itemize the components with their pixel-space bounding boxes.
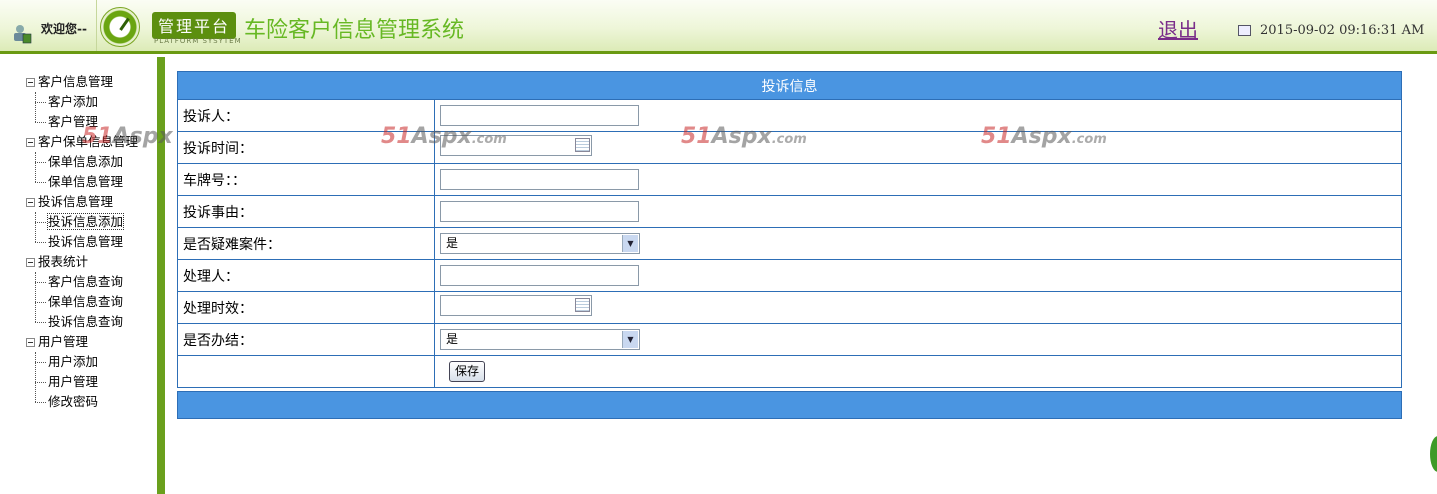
collapse-icon[interactable] (26, 258, 35, 267)
sidebar: 客户信息管理 客户添加 客户管理 客户保单信息管理 保单信息添加 保单信息管理 … (0, 57, 157, 494)
nav-group-customer[interactable]: 客户信息管理 (26, 72, 138, 92)
nav-item-user-add[interactable]: 用户添加 (26, 352, 138, 372)
collapse-icon[interactable] (26, 78, 35, 87)
floating-widget-icon[interactable] (1430, 436, 1437, 472)
nav-group-reports[interactable]: 报表统计 (26, 252, 138, 272)
app-header: 欢迎您-- 管理平台 PLATFORM SYSYTEM 车险客户信息管理系统 退… (0, 0, 1437, 54)
field-label-handling-time: 处理时效： (177, 291, 435, 324)
calendar-icon[interactable] (575, 298, 590, 312)
nav-tree: 客户信息管理 客户添加 客户管理 客户保单信息管理 保单信息添加 保单信息管理 … (26, 72, 138, 412)
nav-item-customer-add[interactable]: 客户添加 (26, 92, 138, 112)
form-footer-bar (177, 391, 1402, 419)
nav-item-complaint-manage[interactable]: 投诉信息管理 (26, 232, 138, 252)
handling-time-input[interactable] (440, 295, 592, 316)
nav-group-users[interactable]: 用户管理 (26, 332, 138, 352)
current-datetime: 2015-09-02 09:16:31 AM (1260, 23, 1425, 38)
system-title: 车险客户信息管理系统 (244, 18, 465, 43)
field-label-resolved: 是否办结： (177, 323, 435, 356)
complaint-time-input[interactable] (440, 135, 592, 156)
welcome-panel: 欢迎您-- (0, 0, 97, 51)
complaint-form: 投诉信息 投诉人： 投诉时间： 车牌号：： 投诉事由： 是否疑难案件： 是 ▼ 处… (177, 71, 1402, 388)
difficult-case-select[interactable]: 是 ▼ (440, 233, 640, 254)
field-label-complaint-time: 投诉时间： (177, 131, 435, 164)
nav-item-user-manage[interactable]: 用户管理 (26, 372, 138, 392)
platform-badge-subtitle: PLATFORM SYSYTEM (154, 37, 242, 45)
plate-number-input[interactable] (440, 169, 639, 190)
difficult-case-value: 是 (446, 236, 459, 250)
collapse-icon[interactable] (26, 138, 35, 147)
complaint-reason-input[interactable] (440, 201, 639, 222)
nav-item-policy-manage[interactable]: 保单信息管理 (26, 172, 138, 192)
logout-link[interactable]: 退出 (1158, 14, 1198, 43)
nav-item-customer-manage[interactable]: 客户管理 (26, 112, 138, 132)
handler-input[interactable] (440, 265, 639, 286)
field-label-difficult-case: 是否疑难案件： (177, 227, 435, 260)
collapse-icon[interactable] (26, 338, 35, 347)
empty-label-cell (177, 355, 435, 388)
resolved-select[interactable]: 是 ▼ (440, 329, 640, 350)
platform-logo-icon (100, 7, 140, 47)
platform-badge: 管理平台 (152, 12, 237, 39)
resolved-value: 是 (446, 332, 459, 346)
chevron-down-icon[interactable]: ▼ (622, 331, 638, 348)
field-label-complaint-reason: 投诉事由： (177, 195, 435, 228)
form-title: 投诉信息 (177, 71, 1402, 100)
nav-group-complaint[interactable]: 投诉信息管理 (26, 192, 138, 212)
nav-item-policy-query[interactable]: 保单信息查询 (26, 292, 138, 312)
field-label-complainant: 投诉人： (177, 99, 435, 132)
calendar-icon[interactable] (575, 138, 590, 152)
nav-item-complaint-add[interactable]: 投诉信息添加 (26, 212, 138, 232)
field-label-plate-number: 车牌号：： (177, 163, 435, 196)
complaint-form-panel: 投诉信息 投诉人： 投诉时间： 车牌号：： 投诉事由： 是否疑难案件： 是 ▼ 处… (177, 71, 1402, 419)
nav-item-customer-query[interactable]: 客户信息查询 (26, 272, 138, 292)
collapse-icon[interactable] (26, 198, 35, 207)
welcome-text: 欢迎您-- (41, 22, 87, 36)
sidebar-divider (157, 57, 165, 494)
nav-item-complaint-query[interactable]: 投诉信息查询 (26, 312, 138, 332)
nav-item-policy-add[interactable]: 保单信息添加 (26, 152, 138, 172)
calendar-clock-icon (1238, 25, 1251, 36)
chevron-down-icon[interactable]: ▼ (622, 235, 638, 252)
field-label-handler: 处理人： (177, 259, 435, 292)
user-icon (14, 25, 32, 44)
complainant-input[interactable] (440, 105, 639, 126)
nav-group-policy[interactable]: 客户保单信息管理 (26, 132, 138, 152)
save-button[interactable]: 保存 (449, 361, 486, 382)
nav-item-change-password[interactable]: 修改密码 (26, 392, 138, 412)
